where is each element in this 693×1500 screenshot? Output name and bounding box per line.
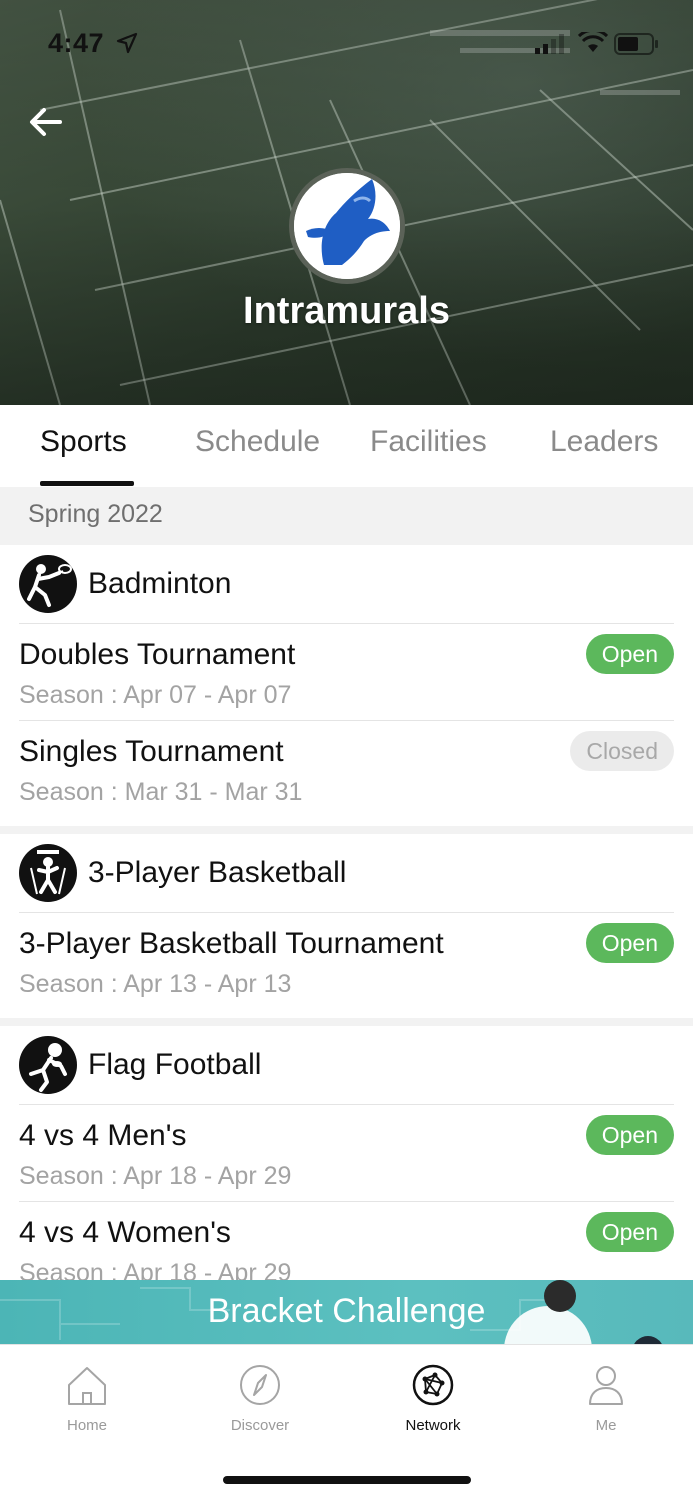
section-separator xyxy=(0,1018,693,1026)
status-badge: Open xyxy=(585,1212,674,1252)
nav-label: Home xyxy=(66,1417,107,1434)
event-season: Season : Apr 07 - Apr 07 xyxy=(19,681,292,709)
person-icon xyxy=(589,1366,623,1405)
sport-section-badminton: Badminton Doubles Tournament Season : Ap… xyxy=(0,545,693,826)
season-header: Spring 2022 xyxy=(0,487,693,545)
back-button[interactable] xyxy=(24,100,68,144)
battery-icon xyxy=(614,33,658,55)
sport-name: Flag Football xyxy=(88,1048,262,1081)
event-row-4-vs-4-mens[interactable]: 4 vs 4 Men's Season : Apr 18 - Apr 29 Op… xyxy=(0,1104,693,1201)
hawk-logo xyxy=(294,173,400,279)
sport-section-3-player-basketball: 3-Player Basketball 3-Player Basketball … xyxy=(0,834,693,1018)
sport-header: 3-Player Basketball xyxy=(0,834,693,912)
header-banner: 4:47 Intramurals xyxy=(0,0,693,405)
event-row-3-player-basketball-tournament[interactable]: 3-Player Basketball Tournament Season : … xyxy=(0,912,693,1009)
tab-facilities[interactable]: Facilities xyxy=(370,425,487,459)
nav-label: Me xyxy=(595,1417,617,1434)
network-icon xyxy=(412,1364,454,1406)
home-icon xyxy=(68,1367,106,1405)
compass-icon xyxy=(240,1365,280,1405)
status-bar: 4:47 xyxy=(0,0,693,90)
location-arrow-icon xyxy=(116,32,138,54)
nav-me[interactable]: Me xyxy=(546,1363,666,1434)
cellular-signal-icon xyxy=(535,34,564,54)
badminton-icon xyxy=(19,555,77,613)
sport-header: Badminton xyxy=(0,545,693,623)
wifi-icon xyxy=(578,32,608,52)
tab-schedule[interactable]: Schedule xyxy=(195,425,320,459)
bracket-challenge-banner[interactable]: Bracket Challenge xyxy=(0,1280,693,1344)
season-label: Spring 2022 xyxy=(28,500,163,528)
status-badge: Open xyxy=(585,1115,674,1155)
event-title: Singles Tournament xyxy=(19,735,284,768)
banner-label: Bracket Challenge xyxy=(207,1292,486,1330)
event-season: Season : Apr 13 - Apr 13 xyxy=(19,970,292,998)
status-time: 4:47 xyxy=(48,28,105,58)
event-title: 4 vs 4 Men's xyxy=(19,1119,187,1152)
event-title: Doubles Tournament xyxy=(19,638,296,671)
event-season: Season : Apr 18 - Apr 29 xyxy=(19,1259,292,1280)
organization-logo xyxy=(289,168,405,284)
sport-header: Flag Football xyxy=(0,1026,693,1104)
event-row-4-vs-4-womens[interactable]: 4 vs 4 Women's Season : Apr 18 - Apr 29 … xyxy=(0,1201,693,1280)
sport-section-flag-football: Flag Football 4 vs 4 Men's Season : Apr … xyxy=(0,1026,693,1280)
page-title: Intramurals xyxy=(243,290,450,332)
tab-bar: Sports Schedule Facilities Leaders xyxy=(0,405,693,487)
tab-leaders[interactable]: Leaders xyxy=(550,425,658,459)
flag-football-icon xyxy=(19,1036,77,1094)
tab-sports[interactable]: Sports xyxy=(40,425,127,459)
event-row-singles-tournament[interactable]: Singles Tournament Season : Mar 31 - Mar… xyxy=(0,720,693,817)
event-title: 4 vs 4 Women's xyxy=(19,1216,231,1249)
status-badge: Open xyxy=(585,634,674,674)
status-badge: Closed xyxy=(570,731,674,771)
event-season: Season : Mar 31 - Mar 31 xyxy=(19,778,303,806)
nav-discover[interactable]: Discover xyxy=(200,1363,320,1434)
sports-list: Badminton Doubles Tournament Season : Ap… xyxy=(0,545,693,1280)
nav-network[interactable]: Network xyxy=(373,1363,493,1434)
status-badge: Open xyxy=(585,923,674,963)
event-season: Season : Apr 18 - Apr 29 xyxy=(19,1162,292,1190)
active-tab-indicator xyxy=(40,481,134,486)
sport-name: 3-Player Basketball xyxy=(88,856,347,889)
event-title: 3-Player Basketball Tournament xyxy=(19,927,444,960)
sport-name: Badminton xyxy=(88,567,232,600)
home-indicator xyxy=(223,1476,471,1484)
basketball-icon xyxy=(19,844,77,902)
nav-home[interactable]: Home xyxy=(27,1363,147,1434)
arrow-left-icon xyxy=(30,108,62,136)
section-separator xyxy=(0,826,693,834)
nav-label: Discover xyxy=(230,1417,290,1434)
nav-label: Network xyxy=(405,1417,461,1434)
event-row-doubles-tournament[interactable]: Doubles Tournament Season : Apr 07 - Apr… xyxy=(0,623,693,720)
